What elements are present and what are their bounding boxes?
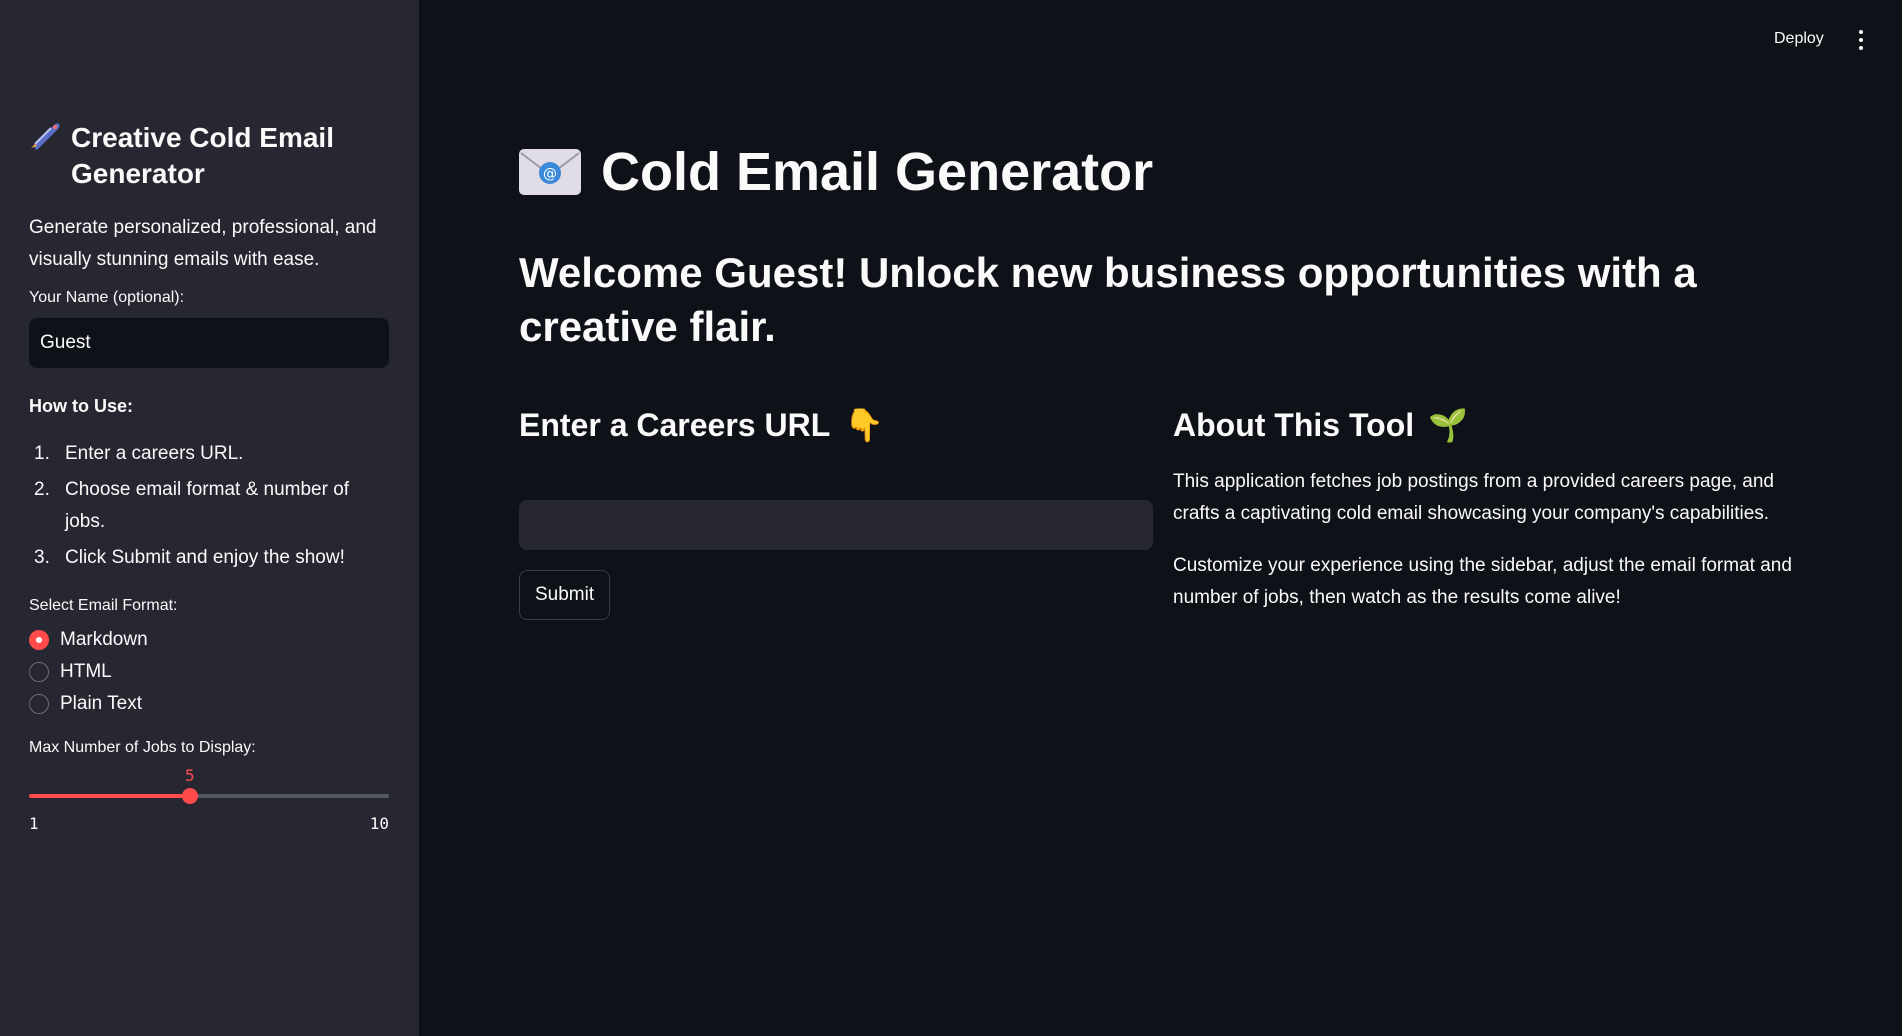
radio-unselected-icon xyxy=(29,694,49,714)
slider-value: 5 xyxy=(185,766,195,785)
submit-button[interactable]: Submit xyxy=(519,570,611,620)
kebab-menu-icon[interactable] xyxy=(1853,30,1869,50)
slider-min: 1 xyxy=(29,814,39,833)
rocket-icon xyxy=(29,120,71,159)
radio-html[interactable]: HTML xyxy=(29,656,390,688)
step-number: 3. xyxy=(34,547,50,568)
radio-unselected-icon xyxy=(29,662,49,682)
jobs-label: Max Number of Jobs to Display: xyxy=(29,739,256,756)
sidebar-title-text: Creative Cold Email Generator xyxy=(71,122,334,189)
envelope-icon: @ xyxy=(519,149,581,195)
url-heading-text: Enter a Careers URL xyxy=(519,407,831,443)
radio-plain-text[interactable]: Plain Text xyxy=(29,688,390,720)
svg-text:@: @ xyxy=(543,166,557,182)
list-item: 1. Enter a careers URL. xyxy=(29,438,390,470)
about-heading: About This Tool 🌱 xyxy=(1173,404,1813,446)
pointing-down-icon: 👇 xyxy=(844,407,885,443)
radio-label: HTML xyxy=(60,661,112,682)
step-text: Choose email format & number of jobs. xyxy=(65,479,350,532)
howto-list: 1. Enter a careers URL. 2. Choose email … xyxy=(29,438,390,574)
radio-markdown[interactable]: Markdown xyxy=(29,624,390,656)
step-number: 2. xyxy=(34,479,50,500)
seedling-icon: 🌱 xyxy=(1428,407,1468,443)
jobs-slider[interactable]: 5 1 10 xyxy=(29,764,389,834)
name-label: Your Name (optional): xyxy=(29,289,185,306)
slider-max: 10 xyxy=(369,814,389,833)
sidebar-title: Creative Cold Email Generator xyxy=(29,120,390,192)
about-section: About This Tool 🌱 This application fetch… xyxy=(1173,404,1813,614)
url-section: Enter a Careers URL 👇 Submit xyxy=(519,404,1153,620)
step-text: Enter a careers URL. xyxy=(65,443,244,464)
welcome-heading: Welcome Guest! Unlock new business oppor… xyxy=(519,249,1697,350)
radio-label: Markdown xyxy=(60,629,148,650)
format-label: Select Email Format: xyxy=(29,597,178,614)
format-radio-group: Markdown HTML Plain Text xyxy=(29,624,390,720)
step-text: Click Submit and enjoy the show! xyxy=(65,547,345,568)
slider-thumb[interactable] xyxy=(181,788,198,804)
step-number: 1. xyxy=(34,443,50,464)
deploy-button[interactable]: Deploy xyxy=(1774,30,1824,48)
page-title: @ Cold Email Generator xyxy=(519,142,1153,202)
about-heading-text: About This Tool xyxy=(1173,407,1415,443)
page-title-text: Cold Email Generator xyxy=(601,142,1154,202)
list-item: 3. Click Submit and enjoy the show! xyxy=(29,542,390,574)
url-heading: Enter a Careers URL 👇 xyxy=(519,404,1153,446)
sidebar: Creative Cold Email Generator Generate p… xyxy=(0,0,419,1036)
radio-label: Plain Text xyxy=(60,693,143,714)
name-input-value: Guest xyxy=(40,332,91,353)
slider-fill xyxy=(29,794,190,798)
about-paragraph-2: Customize your experience using the side… xyxy=(1173,555,1792,608)
howto-heading: How to Use: xyxy=(29,396,134,416)
radio-selected-icon xyxy=(29,630,49,650)
about-paragraph-1: This application fetches job postings fr… xyxy=(1173,471,1774,524)
careers-url-input[interactable] xyxy=(519,500,1153,550)
list-item: 2. Choose email format & number of jobs. xyxy=(29,474,390,538)
name-input[interactable]: Guest xyxy=(29,318,389,368)
sidebar-description: Generate personalized, professional, and… xyxy=(29,217,377,270)
